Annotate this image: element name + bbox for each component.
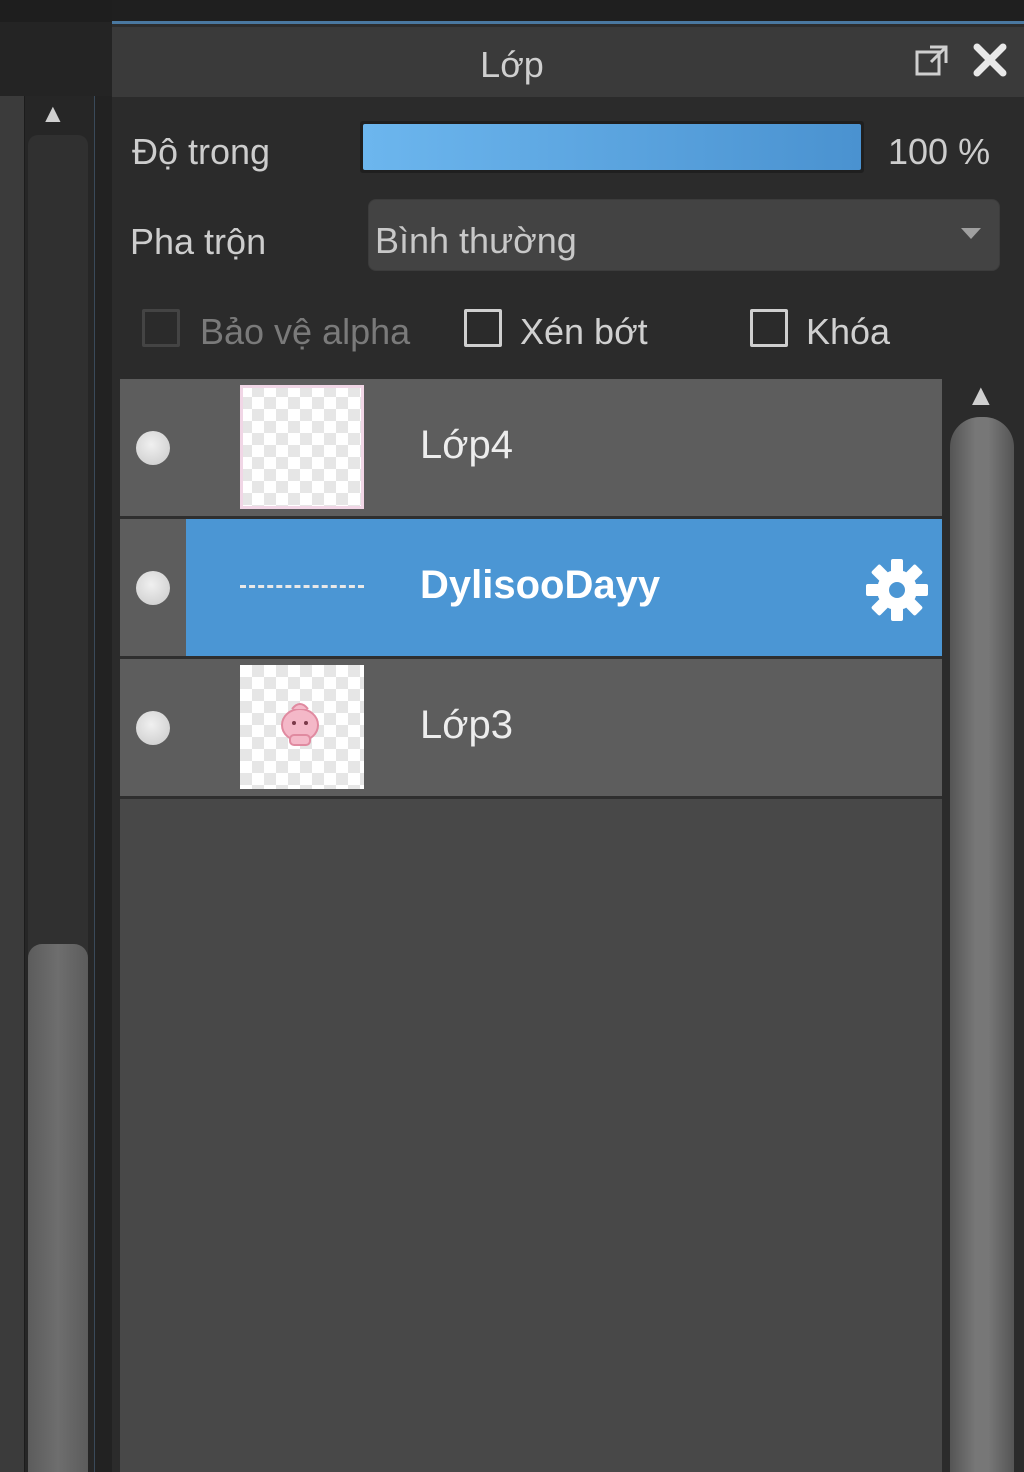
- scroll-up-icon[interactable]: ▲: [40, 100, 66, 126]
- visibility-icon[interactable]: [136, 431, 170, 465]
- layer-thumbnail: [240, 385, 364, 509]
- left-panel-strip: ▲: [0, 0, 112, 1472]
- pink-character-icon: [281, 703, 319, 746]
- layer-thumbnail: [240, 585, 364, 589]
- lock-checkbox[interactable]: [750, 309, 788, 347]
- layer-list: Lớp4 DylisooDayy Lớp3: [120, 379, 942, 1472]
- opacity-slider-fill: [363, 124, 861, 170]
- left-top-bar: [0, 0, 112, 22]
- layer-name: DylisooDayy: [420, 563, 661, 607]
- left-header-area: [0, 22, 112, 96]
- opacity-label: Độ trong: [132, 131, 271, 172]
- layers-panel: Lớp Độ trong 100 % Pha trộn Bình thường …: [112, 0, 1024, 1472]
- opacity-value: 100 %: [888, 131, 991, 172]
- layer-row[interactable]: Lớp3: [120, 659, 942, 799]
- panel-titlebar: Lớp: [112, 27, 1024, 97]
- layer-name: Lớp4: [420, 423, 513, 467]
- gear-icon[interactable]: [864, 557, 930, 623]
- panel-content: Độ trong 100 % Pha trộn Bình thường Bảo …: [112, 97, 1024, 1472]
- panel-separator: [94, 96, 112, 1472]
- protect-alpha-checkbox[interactable]: [142, 309, 180, 347]
- layer-row[interactable]: Lớp4: [120, 379, 942, 519]
- popout-icon[interactable]: [914, 43, 950, 79]
- clipping-label: Xén bớt: [520, 311, 648, 352]
- visibility-icon[interactable]: [136, 571, 170, 605]
- visibility-icon[interactable]: [136, 711, 170, 745]
- scroll-up-icon[interactable]: ▲: [966, 379, 996, 413]
- panel-top-border: [112, 0, 1024, 24]
- layer-row-selected[interactable]: DylisooDayy: [120, 519, 942, 659]
- blend-mode-value: Bình thường: [375, 220, 577, 261]
- left-scrollbar-thumb[interactable]: [28, 944, 88, 1472]
- blend-label: Pha trộn: [130, 221, 267, 262]
- blend-mode-select[interactable]: Bình thường: [368, 199, 1000, 271]
- layer-name: Lớp3: [420, 703, 513, 747]
- lock-label: Khóa: [806, 311, 891, 352]
- layer-list-scrollbar-thumb[interactable]: [950, 417, 1014, 1472]
- layer-list-scrollbar[interactable]: ▲: [946, 379, 1024, 1472]
- opacity-slider[interactable]: [360, 121, 864, 173]
- left-panel-edge: [0, 96, 24, 1472]
- panel-title: Lớp: [480, 44, 544, 85]
- layer-thumbnail: [240, 665, 364, 789]
- close-icon[interactable]: [972, 41, 1008, 79]
- chevron-down-icon: [961, 228, 981, 239]
- clipping-checkbox[interactable]: [464, 309, 502, 347]
- protect-alpha-label: Bảo vệ alpha: [200, 311, 411, 352]
